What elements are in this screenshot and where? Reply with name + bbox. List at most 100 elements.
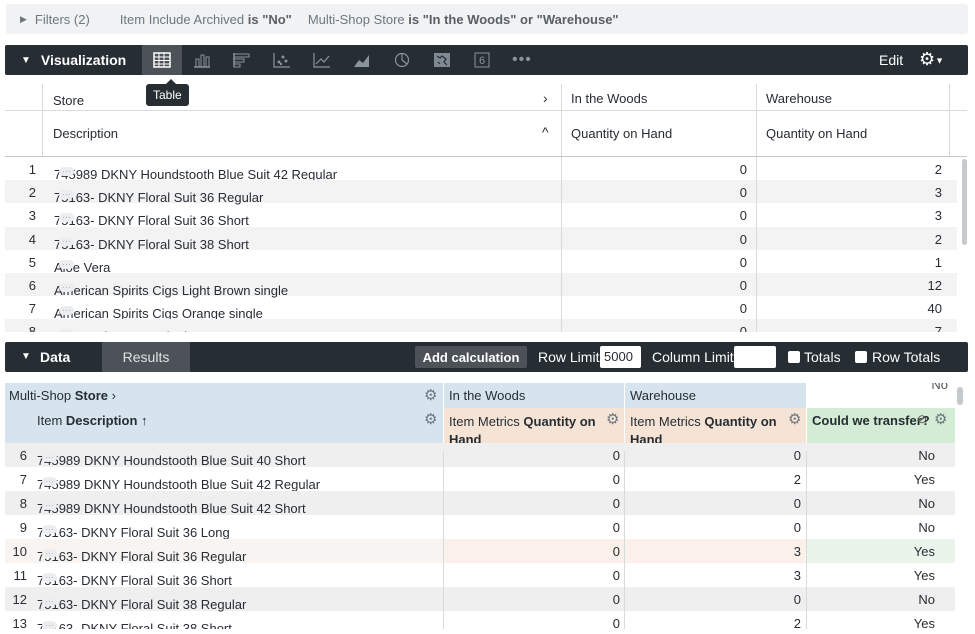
collapse-visualization-icon[interactable]: ▼ bbox=[21, 55, 31, 66]
description-text[interactable]: 745989 DKNY Houndstooth Blue Suit 42 Reg… bbox=[37, 477, 320, 492]
pivot-col-label: Warehouse bbox=[630, 388, 696, 403]
pivot-col-woods: In the Woods bbox=[571, 91, 648, 106]
pie-chart-icon[interactable] bbox=[382, 45, 422, 75]
filter-condition-store: Multi-Shop Store is "In the Woods" or "W… bbox=[308, 12, 619, 27]
description-text[interactable]: 75163- DKNY Floral Suit 38 Regular bbox=[37, 597, 246, 612]
table-row: 2 75163- DKNY Floral Suit 36 Regular ··· 0 3 bbox=[5, 180, 957, 205]
more-icon[interactable]: ··· bbox=[59, 236, 74, 246]
gear-icon[interactable]: ⚙ bbox=[424, 410, 437, 428]
table-icon[interactable] bbox=[141, 45, 182, 75]
sort-asc-icon[interactable]: ↑ bbox=[141, 413, 148, 428]
transfer-cell: No bbox=[918, 448, 935, 463]
more-icon[interactable]: ••• bbox=[502, 45, 542, 75]
more-icon[interactable]: ··· bbox=[59, 329, 74, 332]
pivot-label: Multi-Shop bbox=[9, 388, 75, 403]
filter-condition-archived: Item Include Archived is "No" bbox=[120, 12, 292, 27]
pivot-header-warehouse: Warehouse bbox=[625, 383, 806, 408]
row-limit-input[interactable]: 5000 bbox=[600, 346, 641, 368]
description-text[interactable]: 75163- DKNY Floral Suit 36 Short bbox=[37, 573, 232, 588]
description-text[interactable]: 75163- DKNY Floral Suit 36 Long bbox=[37, 525, 230, 540]
data-tab[interactable]: Data bbox=[40, 349, 70, 365]
viz-scrollbar[interactable] bbox=[962, 159, 967, 245]
more-icon[interactable]: ··· bbox=[42, 573, 57, 582]
filters-title[interactable]: Filters (2) bbox=[35, 12, 90, 27]
add-calculation-button[interactable]: Add calculation bbox=[415, 346, 527, 368]
qty-woods-cell: 0 bbox=[612, 496, 620, 511]
filter-op: is bbox=[244, 11, 263, 27]
table-row: 12 75163- DKNY Floral Suit 38 Regular ··· 0… bbox=[5, 587, 955, 612]
column-limit-input[interactable] bbox=[734, 346, 776, 368]
single-value-icon[interactable]: 6 bbox=[462, 45, 502, 75]
calc-pivot-cell: No bbox=[807, 383, 955, 408]
data-scrollbar[interactable] bbox=[957, 387, 963, 405]
more-icon[interactable]: ··· bbox=[59, 167, 74, 176]
measure-header-warehouse[interactable]: Quantity on Hand bbox=[766, 126, 867, 141]
sort-asc-icon[interactable]: ^ bbox=[542, 124, 549, 140]
pivot-label-bold: Store bbox=[74, 388, 108, 403]
column-chart-icon[interactable] bbox=[182, 45, 222, 75]
description-text[interactable]: 745989 DKNY Houndstooth Blue Suit 40 Sho… bbox=[37, 453, 306, 468]
row-number: 4 bbox=[28, 231, 36, 247]
description-text[interactable]: Cat Food 12 cans single bbox=[54, 329, 194, 332]
row-number: 8 bbox=[19, 496, 27, 511]
row-number: 6 bbox=[28, 278, 36, 293]
transfer-cell: No bbox=[918, 592, 935, 607]
hidden-eye-icon[interactable]: ⊘ bbox=[917, 412, 927, 426]
more-icon[interactable]: ··· bbox=[59, 259, 74, 269]
more-icon[interactable]: ··· bbox=[42, 453, 57, 462]
gear-icon[interactable]: ⚙ bbox=[788, 410, 801, 428]
data-table: Multi-Shop Store › ⚙ In the Woods Wareho… bbox=[5, 383, 965, 629]
filters-bar[interactable]: ▶ Filters (2) Item Include Archived is "… bbox=[6, 4, 968, 34]
description-text[interactable]: 75163- DKNY Floral Suit 36 Regular bbox=[37, 549, 246, 564]
area-chart-icon[interactable] bbox=[342, 45, 382, 75]
settings-gear-icon[interactable]: ⚙▼ bbox=[919, 49, 944, 70]
scatter-icon[interactable] bbox=[262, 45, 302, 75]
filter-field: Item Include Archived bbox=[119, 11, 245, 27]
gear-icon[interactable]: ⚙ bbox=[424, 386, 437, 404]
more-icon[interactable]: ··· bbox=[59, 306, 74, 316]
more-icon[interactable]: ··· bbox=[42, 501, 57, 510]
more-icon[interactable]: ··· bbox=[42, 549, 57, 558]
map-icon[interactable] bbox=[422, 45, 462, 75]
more-icon[interactable]: ··· bbox=[59, 190, 74, 200]
chevron-right-icon[interactable]: › bbox=[112, 388, 116, 403]
measure-bold: Quantity on bbox=[704, 414, 777, 429]
pivot-header-store: Multi-Shop Store › ⚙ bbox=[5, 383, 443, 408]
line-chart-icon[interactable] bbox=[302, 45, 342, 75]
pivot-col-warehouse: Warehouse bbox=[766, 91, 832, 106]
measure-header-woods[interactable]: Quantity on Hand bbox=[571, 126, 672, 141]
row-totals-checkbox[interactable] bbox=[855, 351, 867, 363]
expand-filters-icon[interactable]: ▶ bbox=[20, 14, 27, 25]
more-icon[interactable]: ··· bbox=[42, 477, 57, 486]
edit-button[interactable]: Edit bbox=[879, 52, 903, 68]
gear-icon[interactable]: ⚙ bbox=[606, 410, 619, 428]
filter-field: Multi-Shop Store bbox=[307, 11, 405, 27]
pivot-arrow-icon[interactable]: › bbox=[543, 90, 548, 106]
description-text[interactable]: 745989 DKNY Houndstooth Blue Suit 42 Sho… bbox=[37, 501, 306, 516]
visualization-title[interactable]: Visualization bbox=[41, 52, 142, 68]
row-number: 13 bbox=[12, 616, 27, 629]
qty-warehouse-cell: 40 bbox=[927, 301, 942, 317]
results-tab[interactable]: Results bbox=[102, 342, 190, 372]
bar-chart-icon[interactable] bbox=[222, 45, 262, 75]
viz-column-header: Description ^ Quantity on Hand Quantity … bbox=[5, 111, 967, 157]
qty-warehouse-cell: 3 bbox=[934, 185, 942, 201]
gear-icon[interactable]: ⚙ bbox=[934, 410, 947, 428]
totals-checkbox[interactable] bbox=[788, 351, 800, 363]
qty-warehouse-cell: 7 bbox=[934, 324, 942, 332]
description-header[interactable]: Description bbox=[53, 126, 118, 141]
more-icon[interactable]: ··· bbox=[42, 525, 57, 534]
visualization-bar: ▼ Visualization 6 ••• Edit ⚙▼ bbox=[5, 45, 968, 75]
measure-prefix: Item Metrics bbox=[449, 414, 524, 429]
more-icon[interactable]: ··· bbox=[42, 621, 57, 629]
row-number: 7 bbox=[19, 472, 27, 487]
transfer-cell: Yes bbox=[913, 616, 935, 629]
qty-woods-cell: 0 bbox=[612, 472, 620, 487]
description-text[interactable]: 75163- DKNY Floral Suit 38 Short bbox=[37, 621, 232, 629]
collapse-data-icon[interactable]: ▼ bbox=[21, 351, 31, 362]
more-icon[interactable]: ··· bbox=[59, 283, 74, 292]
row-number: 2 bbox=[28, 185, 36, 201]
qty-warehouse-cell: 3 bbox=[793, 568, 801, 583]
more-icon[interactable]: ··· bbox=[42, 597, 57, 606]
more-icon[interactable]: ··· bbox=[59, 213, 74, 223]
